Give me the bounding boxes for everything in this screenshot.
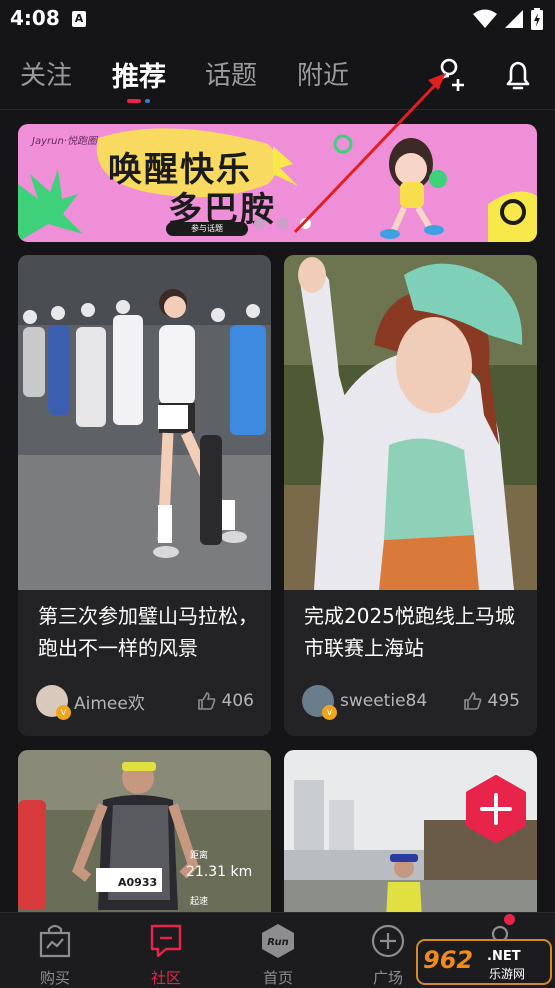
notification-icon: A [72,11,86,27]
tab-indicator [127,99,153,103]
wifi-icon [473,9,497,28]
plus-circle-icon [371,924,405,958]
photo-distance: 21.31 km [186,864,252,880]
nav-shop[interactable]: 购买 [15,919,95,987]
create-post-button[interactable] [462,775,530,843]
watermark-main: 962 [423,946,473,974]
nav-label: 购买 [39,969,70,987]
feed-card[interactable]: 第三次参加璧山马拉松，跑出不一样的风景 V Aimee欢 406 [18,255,271,736]
like-button[interactable]: 495 [463,691,520,711]
nav-label: 社区 [150,969,181,987]
watermark-sub: .NET [487,949,521,964]
notification-dot [504,914,515,925]
bell-icon[interactable] [502,58,534,92]
tab-recommend[interactable]: 推荐 [112,55,166,94]
tab-nearby[interactable]: 附近 [297,55,349,92]
post-photo [284,255,537,590]
feed-card[interactable]: 完成2025悦跑线上马城市联赛上海站 V sweetie84 495 [284,255,537,736]
tab-follow[interactable]: 关注 [20,55,72,92]
banner-pagination [254,218,311,229]
status-bar: 4:08 A [0,0,555,38]
post-meta: V Aimee欢 406 [36,685,254,720]
thumbs-up-icon [197,692,215,710]
post-title: 第三次参加璧山马拉松，跑出不一样的风景 [38,604,258,660]
nav-community[interactable]: 社区 [126,919,206,987]
run-logo-text: Run [267,937,288,948]
vip-badge: V [322,705,337,720]
post-title: 完成2025悦跑线上马城市联赛上海站 [304,604,515,660]
nav-label: 首页 [262,969,293,987]
author-name[interactable]: sweetie84 [340,691,464,711]
avatar[interactable]: V [302,685,337,720]
promo-banner[interactable]: Jayrun·悦跑圈 唤醒快乐 多巴胺 参与话题 [18,124,537,242]
tab-topics[interactable]: 话题 [205,55,257,92]
join-topic-button[interactable]: 参与话题 [166,222,248,236]
banner-brand: Jayrun·悦跑圈 [32,136,97,147]
status-time: 4:08 [10,6,60,30]
page-dot-active [300,218,311,229]
page-dot [277,218,288,229]
like-count: 495 [487,691,520,711]
nav-home[interactable]: Run 首页 [238,919,318,987]
post-photo [18,255,271,590]
signal-icon [505,10,523,28]
photo-time-label: 起速 [190,896,208,907]
page-dot [254,218,265,229]
bag-icon [39,924,71,958]
thumbs-up-icon [463,692,481,710]
top-tab-bar: 关注 推荐 话题 附近 [0,40,555,110]
chat-icon [150,924,182,958]
bib-number: A0933 [118,876,157,889]
status-icons [473,8,543,30]
avatar[interactable]: V [36,685,71,720]
vip-badge: V [56,705,71,720]
post-meta: V sweetie84 495 [302,685,520,720]
watermark-tagline: 乐游网 [489,967,525,981]
photo-distance-label: 距离 [190,849,208,861]
run-logo-icon: Run [262,924,294,958]
like-button[interactable]: 406 [197,691,254,711]
add-friend-icon[interactable] [435,58,467,92]
site-watermark: 962 .NET 乐游网 [416,939,552,985]
battery-icon [531,8,543,30]
like-count: 406 [221,691,254,711]
author-name[interactable]: Aimee欢 [74,689,198,714]
